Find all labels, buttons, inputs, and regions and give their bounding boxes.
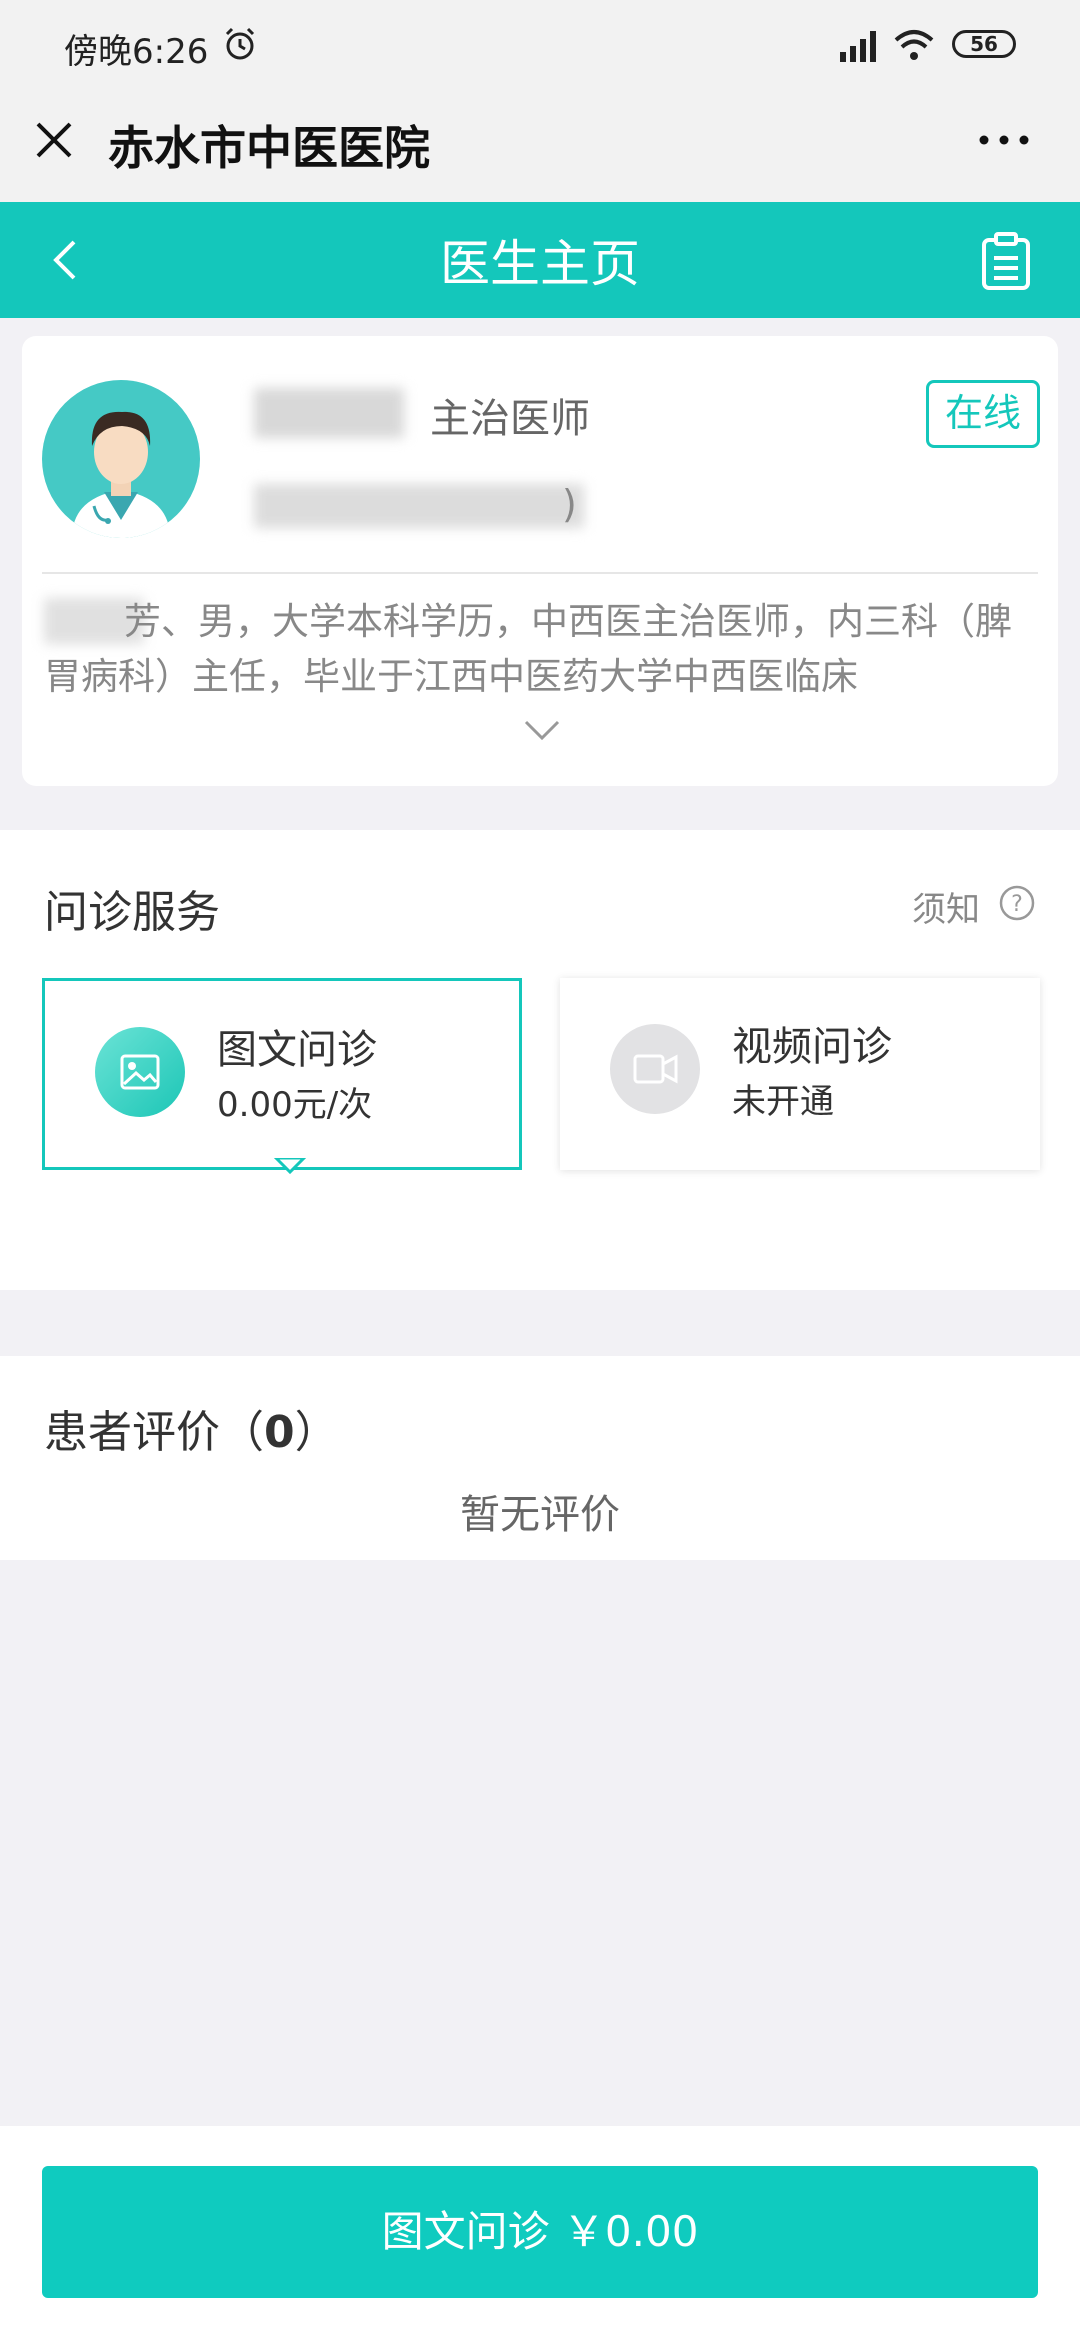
- service-card-video[interactable]: 视频问诊 未开通: [560, 978, 1040, 1170]
- alarm-icon: [225, 27, 255, 60]
- chevron-down-icon[interactable]: [522, 716, 562, 744]
- review-title-end: ）: [294, 1407, 339, 1458]
- review-title-label: 患者评价（: [44, 1407, 264, 1458]
- svg-text:?: ?: [1011, 892, 1023, 917]
- service-status: 未开通: [732, 1082, 834, 1122]
- selected-pointer: [274, 1156, 306, 1175]
- signal-icon: [840, 31, 876, 62]
- mini-app-title: 赤水市中医医院: [108, 121, 430, 175]
- doctor-avatar: [42, 380, 200, 538]
- status-time: 傍晚6:26: [64, 32, 209, 72]
- image-icon: [95, 1027, 185, 1117]
- doctor-department-redacted: [254, 484, 584, 528]
- help-icon[interactable]: ?: [998, 884, 1036, 922]
- doctor-introduction: 芳、男，大学本科学历，中西医主治医师，内三科（脾胃病科）主任，毕业于江西中医药大…: [44, 594, 1034, 706]
- empty-reviews-text: 暂无评价: [460, 1492, 620, 1538]
- service-name: 图文问诊: [217, 1027, 377, 1073]
- notice-link[interactable]: 须知: [912, 882, 980, 931]
- bottom-action-bar: 图文问诊 ￥0.00: [0, 2126, 1080, 2340]
- wechat-header: 赤水市中医医院: [0, 90, 1080, 202]
- doctor-department-suffix: ): [562, 482, 577, 526]
- more-icon[interactable]: [974, 120, 1034, 160]
- page-title: 医生主页: [440, 235, 640, 293]
- consultation-services: 问诊服务 须知 ? 图文问诊 0.00元/次 视频问诊 未开通: [0, 830, 1080, 1290]
- clipboard-icon[interactable]: [978, 232, 1034, 292]
- doctor-title: 主治医师: [430, 396, 590, 442]
- page-header: 医生主页: [0, 202, 1080, 318]
- service-name: 视频问诊: [732, 1024, 892, 1070]
- battery-indicator: 56: [952, 30, 1016, 58]
- online-status-badge: 在线: [926, 380, 1040, 448]
- doctor-profile-card: 主治医师 在线 ) 芳、男，大学本科学历，中西医主治医师，内三科（脾胃病科）主任…: [22, 336, 1058, 786]
- review-count: 0: [264, 1407, 295, 1458]
- doctor-introduction-text: 芳、男，大学本科学历，中西医主治医师，内三科（脾胃病科）主任，毕业于江西中医药大…: [44, 600, 1012, 698]
- start-consultation-button[interactable]: 图文问诊 ￥0.00: [42, 2166, 1038, 2298]
- divider: [42, 572, 1038, 574]
- doctor-avatar-icon: [72, 411, 170, 538]
- patient-reviews: 患者评价（0） 暂无评价: [0, 1356, 1080, 1560]
- section-title: 问诊服务: [44, 887, 220, 938]
- service-card-image-text[interactable]: 图文问诊 0.00元/次: [42, 978, 522, 1170]
- status-bar: 傍晚6:26 56: [0, 0, 1080, 90]
- close-icon[interactable]: [30, 116, 78, 164]
- section-title: 患者评价（0）: [44, 1396, 339, 1460]
- service-price: 0.00元/次: [217, 1085, 373, 1125]
- wifi-icon: [894, 30, 934, 60]
- doctor-name-redacted: [254, 388, 404, 438]
- video-icon: [610, 1024, 700, 1114]
